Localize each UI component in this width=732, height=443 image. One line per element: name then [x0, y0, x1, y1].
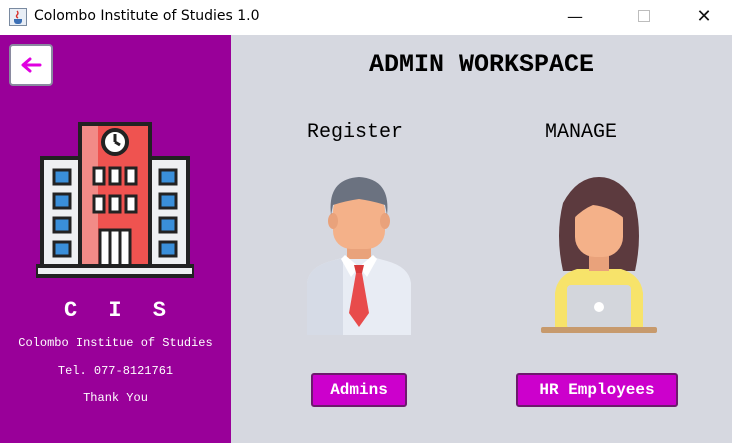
thank-you-text: Thank You: [83, 391, 148, 405]
window-title: Colombo Institute of Studies 1.0: [34, 8, 260, 24]
maximize-button[interactable]: [621, 0, 667, 32]
page-title: ADMIN WORKSPACE: [368, 50, 595, 79]
manage-label: MANAGE: [545, 121, 618, 144]
minimize-button[interactable]: —: [552, 0, 598, 32]
title-bar: Colombo Institute of Studies 1.0 — ✕: [0, 0, 732, 35]
female-hr-avatar-icon: [541, 177, 657, 333]
male-admin-avatar-icon: [307, 177, 411, 335]
hr-employees-button[interactable]: HR Employees: [516, 373, 678, 407]
admins-button[interactable]: Admins: [311, 373, 407, 407]
arrow-left-icon: [21, 57, 42, 73]
back-button[interactable]: [9, 44, 53, 86]
main-panel: ADMIN WORKSPACE Register MANAGE Admins H…: [231, 35, 732, 443]
brand-title: C I S: [63, 298, 175, 323]
maximize-icon: [638, 10, 650, 22]
close-button[interactable]: ✕: [681, 0, 727, 32]
building-icon: [36, 122, 194, 278]
java-app-icon: [9, 8, 27, 26]
sidebar: C I S Colombo Institue of Studies Tel. 0…: [0, 35, 231, 443]
register-label: Register: [307, 121, 404, 144]
institute-name: Colombo Institue of Studies: [18, 336, 213, 350]
telephone-text: Tel. 077-8121761: [57, 364, 174, 378]
